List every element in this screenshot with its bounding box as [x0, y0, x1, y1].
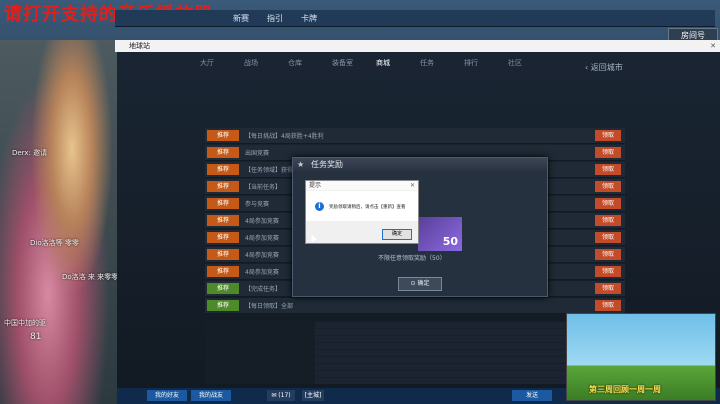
reward-caption: 不限任意领取奖励（50）: [378, 255, 446, 262]
message-box-body: i 奖励领取请稍后，请点击【重新】查看: [306, 191, 418, 221]
mail-button[interactable]: ✉ (17): [267, 390, 295, 401]
task-text: 【每日领取】全部: [245, 303, 294, 310]
task-tag: 推荐: [207, 198, 239, 209]
game-nav: 大厅 战场 仓库 装备室 商城 任务 排行 社区: [200, 55, 620, 77]
channel-select[interactable]: [主城]: [302, 390, 324, 401]
chat-line: Dio洛洛等 零零: [30, 239, 79, 247]
chat-panel: [205, 322, 625, 384]
message-box-titlebar: 提示 ✕: [306, 181, 418, 190]
nav-item[interactable]: 大厅: [200, 58, 214, 68]
message-box: 提示 ✕ i 奖励领取请稍后，请点击【重新】查看 确定: [305, 180, 419, 244]
claim-button[interactable]: 领取: [595, 266, 621, 277]
nav-item[interactable]: 装备室: [332, 58, 353, 68]
nav-item[interactable]: 战场: [244, 58, 258, 68]
task-text: 4局参加竞赛: [245, 235, 279, 242]
nav-item[interactable]: 社区: [508, 58, 522, 68]
claim-button[interactable]: 领取: [595, 130, 621, 141]
task-tag: 推荐: [207, 147, 239, 158]
streamer-camera: [0, 40, 120, 404]
chat-line: Derx: 邀请: [12, 149, 48, 157]
client-topbar: 新赛 指引 卡牌: [115, 10, 715, 27]
close-icon[interactable]: ✕: [410, 181, 415, 190]
task-text: 4局参加竞赛: [245, 269, 279, 276]
tab-new[interactable]: 新赛: [233, 13, 249, 24]
task-tag: 推荐: [207, 164, 239, 175]
reward-dialog-title: 任务奖励: [311, 160, 343, 169]
task-text: 【当前任务】: [245, 184, 282, 191]
window-titlebar: 地球站 ✕: [115, 40, 720, 52]
thumbnail-caption: 第三周回顾一周一周: [589, 385, 661, 394]
tab-card[interactable]: 卡牌: [301, 13, 317, 24]
task-tag: 推荐: [207, 266, 239, 277]
claim-button[interactable]: 领取: [595, 283, 621, 294]
reward-confirm-button[interactable]: ⊙ 确定: [398, 277, 442, 291]
back-to-city-link[interactable]: ‹ 返回城市: [585, 62, 623, 73]
task-text: 【每日挑战】4局获胜+4胜利: [245, 133, 324, 140]
nav-item[interactable]: 商城: [376, 58, 390, 68]
message-text: 奖励领取请稍后，请点击【重新】查看: [329, 205, 406, 210]
nav-item[interactable]: 任务: [420, 58, 434, 68]
game-thumbnail: 第三周回顾一周一周: [566, 313, 716, 401]
my-comrades-button[interactable]: 我的战友: [191, 390, 231, 401]
my-friends-button[interactable]: 我的好友: [147, 390, 187, 401]
task-text: 出国竞赛: [245, 150, 270, 157]
reward-item-image: 50: [418, 217, 462, 251]
claim-button[interactable]: 领取: [595, 164, 621, 175]
list-item[interactable]: 推荐 【每日领取】全部 领取: [205, 298, 625, 314]
task-text: 【完成任务】: [245, 286, 282, 293]
task-tag: 推荐: [207, 300, 239, 311]
task-text: 4局参加竞赛: [245, 218, 279, 225]
send-button[interactable]: 发送: [512, 390, 552, 401]
chat-line: 中国中加的驱: [4, 319, 46, 327]
close-icon[interactable]: ✕: [710, 40, 716, 52]
task-text: 参与竞赛: [245, 201, 270, 208]
nav-item[interactable]: 仓库: [288, 58, 302, 68]
reward-dialog-header: ★ 任务奖励: [293, 158, 547, 171]
task-tag: 推荐: [207, 283, 239, 294]
task-text: 【任务领域】获得: [245, 167, 294, 174]
claim-button[interactable]: 领取: [595, 181, 621, 192]
info-icon: i: [315, 202, 324, 211]
task-tag: 推荐: [207, 232, 239, 243]
star-icon: ★: [297, 160, 305, 169]
claim-button[interactable]: 领取: [595, 232, 621, 243]
claim-button[interactable]: 领取: [595, 300, 621, 311]
task-tag: 推荐: [207, 249, 239, 260]
task-tag: 推荐: [207, 130, 239, 141]
claim-button[interactable]: 领取: [595, 249, 621, 260]
ok-button[interactable]: 确定: [382, 229, 412, 240]
claim-button[interactable]: 领取: [595, 198, 621, 209]
chat-line: 81: [30, 332, 42, 342]
nav-item[interactable]: 排行: [464, 58, 478, 68]
message-box-title: 提示: [309, 182, 322, 189]
claim-button[interactable]: 领取: [595, 147, 621, 158]
task-tag: 推荐: [207, 181, 239, 192]
window-title: 地球站: [129, 42, 150, 50]
claim-button[interactable]: 领取: [595, 215, 621, 226]
task-tag: 推荐: [207, 215, 239, 226]
tab-guide[interactable]: 指引: [267, 13, 283, 24]
task-text: 4局参加竞赛: [245, 252, 279, 259]
list-item[interactable]: 推荐 【每日挑战】4局获胜+4胜利 领取: [205, 128, 625, 144]
